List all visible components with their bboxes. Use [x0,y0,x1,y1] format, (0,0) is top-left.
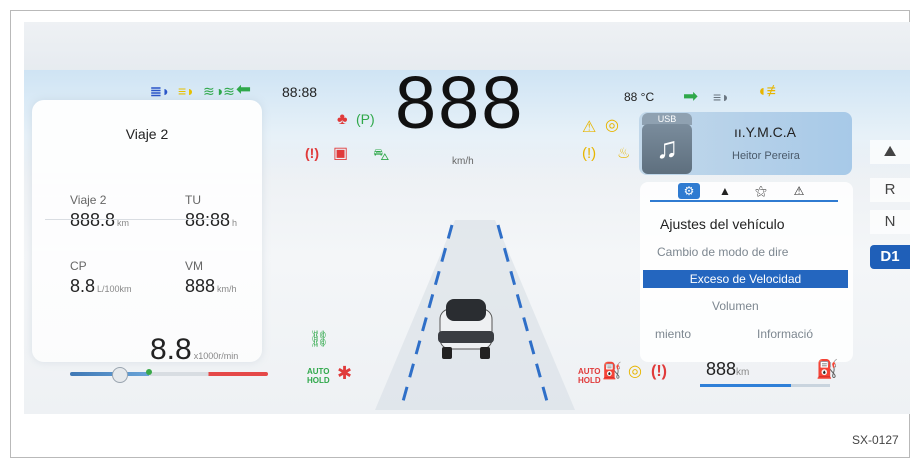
driver-assist-icon[interactable]: ⚝ [750,183,772,199]
turn-left-icon: ⬅ [236,79,252,99]
fog-light-icon: ≋◑≋ [203,83,235,99]
low-beam-icon: ≡◗ [178,83,195,99]
navigation-icon[interactable]: ▲ [714,183,736,199]
menu-item-partial-left[interactable]: miento [655,327,691,341]
rpm-needle [112,367,128,383]
speed-readout: 888 [395,61,525,144]
settings-icon[interactable]: ⚙ [678,183,700,199]
vm-label: VM [185,259,203,273]
outside-temp: 88 °C [624,90,655,104]
car-icon [438,299,494,359]
rpm-bar [70,372,268,376]
airbag-icon: ✱ [337,363,353,383]
fuel-bar [700,384,830,387]
warning-icon[interactable]: ⚠ [788,183,810,199]
gear-d: D1 [870,245,910,269]
tu-label: TU [185,193,201,207]
headlight-icon: ≡◗ [713,89,730,105]
menu-item-overspeed[interactable]: Exceso de Velocidad [643,270,848,288]
cp-value: 8.8 L/100km [70,276,132,296]
turn-right-icon: ➡ [683,86,699,106]
trip-divider [45,219,225,220]
artist-name: Heitor Pereira [732,150,800,162]
high-beam-icon: ≣◗ [150,83,171,99]
vm-value: 888 km/h [185,276,237,296]
warning-triangle-icon: ⚠ [582,119,597,136]
trip-label: Viaje 2 [70,193,107,207]
traction-icon: ⛍ [373,147,390,164]
rpm-marker [146,369,152,375]
trip-title: Viaje 2 [125,126,169,142]
menu-title: Ajustes del vehículo [660,216,785,232]
figure-code: SX-0127 [852,433,899,447]
battery-icon: ▣ [333,145,349,162]
menu-item-drive-mode[interactable]: Cambio de modo de dire [657,245,788,259]
rpm-readout: 8.8 x1000r/min [150,333,239,366]
park-brake-icon: (P) [356,111,375,127]
menu-item-partial-right[interactable]: Informació [757,327,813,341]
gear-mode-icon: ⛰ [870,140,910,164]
trip-value: 888.8 km [70,210,130,230]
coolant-icon: ♨ [617,145,631,162]
clock: 88:88 [282,84,318,100]
gear-r: R [870,178,910,202]
fuel-pump-icon: ⛽ [816,359,839,379]
menu-tabs: ⚙ ▲ ⚝ ⚠ [678,183,838,199]
menu-item-volume[interactable]: Volumen [712,299,759,313]
tire-pressure-icon: (!) [582,145,597,162]
fuel-range: 888km [706,359,750,379]
steering-icon: ◎ [605,117,619,134]
tu-value: 88:88 h [185,210,238,230]
auto-hold-icon: AUTO HOLD [307,367,330,385]
speed-unit: km/h [452,156,474,167]
song-title: ıı.Y.M.C.A [734,124,796,140]
seatbelt-icon: ♣ [337,111,348,128]
music-note-icon[interactable]: ♫ [642,124,692,174]
brake-icon: (!) [651,363,667,380]
gear-n: N [870,210,910,234]
brake-warning-icon: (!) [305,145,319,161]
gear-shift-icon: ⛓ [309,331,330,348]
tab-underline [650,200,838,202]
rear-fog-icon: ◖≢ [757,83,783,100]
cp-label: CP [70,259,87,273]
abs-icon: ◎ [628,363,642,380]
auto-hold-icon: AUTO HOLD [578,367,601,385]
trip-card: Viaje 2 [32,100,262,362]
oil-pressure-icon: ⛽ [602,363,622,380]
